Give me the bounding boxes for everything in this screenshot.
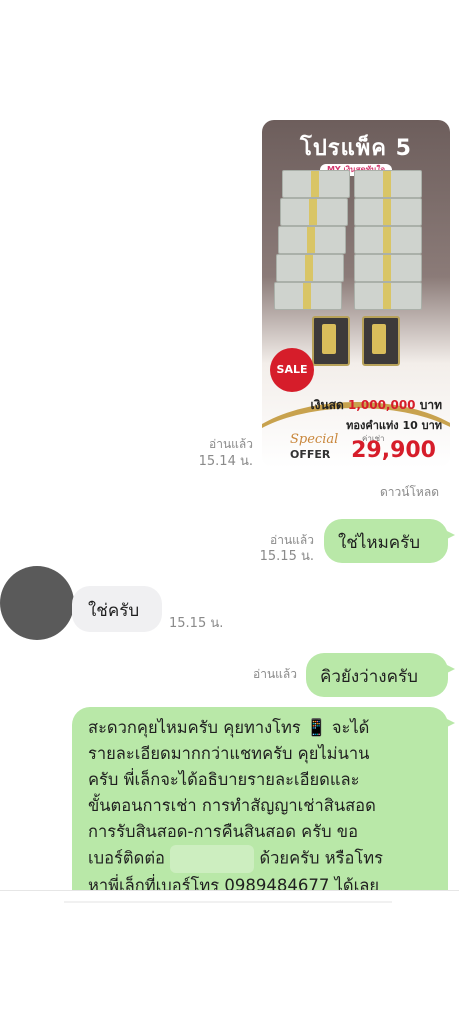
message-time: 15.15 น. [169, 616, 224, 631]
promo-image[interactable]: โปรแพ็ค 5 MY เงินสดทันใจ SALE เงินสด 1,0… [262, 120, 450, 468]
gold-bar-image [362, 316, 400, 366]
message-line: ขั้นตอนการเช่า การทำสัญญาเช่าสินสอด [88, 796, 376, 815]
gold-line: ทองคำแท่ง 10 บาท [346, 419, 442, 432]
banknote-image [276, 254, 344, 282]
cash-unit: บาท [419, 398, 442, 412]
download-link[interactable]: ดาวน์โหลด [380, 484, 439, 500]
sale-badge: SALE [270, 348, 314, 392]
promo-price: 29,900 [351, 438, 436, 463]
outgoing-message-long[interactable]: สะดวกคุยไหมครับ คุยทางโทร 📱 จะได้ รายละเ… [72, 707, 455, 917]
banknote-image [282, 170, 350, 198]
message-text: คิวยังว่างครับ [320, 667, 418, 687]
message-text: ใช่ไหมครับ [338, 533, 421, 553]
message-text: เบอร์ติดต่อ [88, 848, 165, 868]
message-time: 15.15 น. [259, 549, 314, 564]
message-line: สะดวกคุยไหมครับ คุยทางโทร 📱 จะได้ [88, 718, 370, 737]
banknote-image [354, 198, 422, 226]
bottom-panel [0, 891, 459, 1024]
banknote-image [274, 282, 342, 310]
banknote-image [278, 226, 346, 254]
read-status: อ่านแล้ว [209, 437, 253, 451]
cash-label: เงินสด [310, 398, 344, 412]
bubble-tail [443, 717, 455, 729]
bottom-indicator [64, 901, 392, 903]
message-text: ด้วยครับ หรือโทร [259, 848, 383, 868]
message-line: รายละเอียดมากกว่าแชทครับ คุยไม่นาน [88, 744, 370, 763]
banknote-image [354, 282, 422, 310]
message-time: 15.14 น. [198, 454, 253, 469]
banknote-image [354, 254, 422, 282]
incoming-message[interactable]: ใช่ครับ [72, 586, 162, 632]
promo-title: โปรแพ็ค 5 [300, 136, 412, 161]
avatar[interactable] [0, 566, 74, 640]
read-status: อ่านแล้ว [270, 533, 314, 547]
redacted-phone [170, 845, 255, 873]
outgoing-message[interactable]: คิวยังว่างครับ [306, 653, 455, 697]
message-line: ครับ พี่เล็กจะได้อธิบายรายละเอียดและ [88, 770, 360, 789]
banknote-image [354, 226, 422, 254]
offer-text: OFFER [290, 448, 331, 461]
cash-line: เงินสด 1,000,000 บาท [311, 396, 443, 415]
read-status: อ่านแล้ว [253, 667, 297, 681]
message-text: ใช่ครับ [88, 601, 140, 621]
special-text: Special [290, 432, 339, 447]
cash-amount: 1,000,000 [347, 398, 416, 412]
bubble-tail [443, 663, 455, 675]
outgoing-message[interactable]: ใช่ไหมครับ [324, 519, 455, 563]
message-line: เบอร์ติดต่อ ด้วยครับ หรือโทร [88, 845, 438, 873]
bubble-tail [443, 529, 455, 541]
banknote-image [280, 198, 348, 226]
banknote-image [354, 170, 422, 198]
message-line: การรับสินสอด-การคืนสินสอด ครับ ขอ [88, 822, 358, 841]
gold-bar-image [312, 316, 350, 366]
